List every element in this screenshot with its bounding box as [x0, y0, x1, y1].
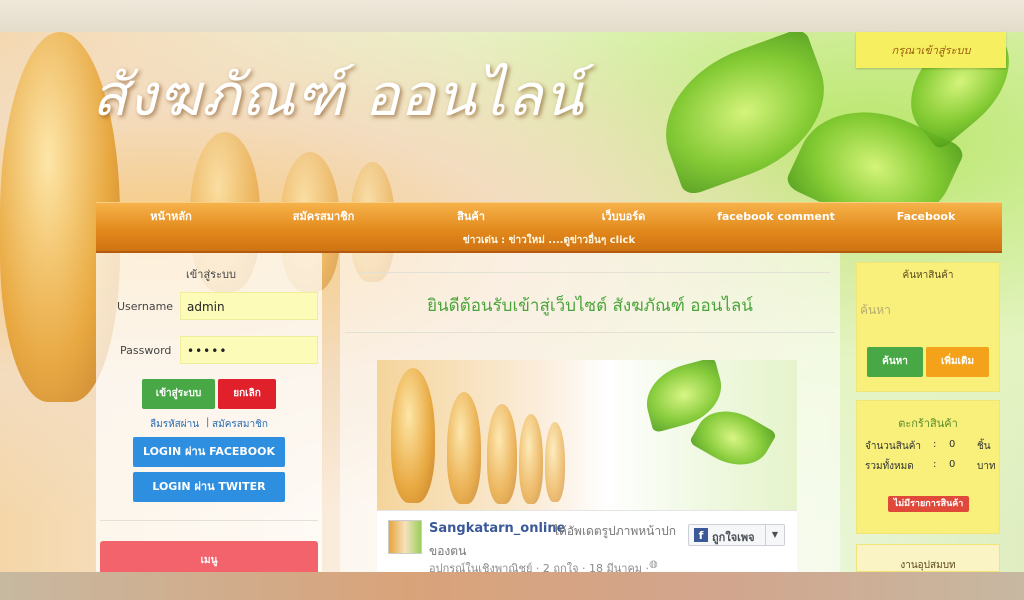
nav-item-home[interactable]: หน้าหลัก — [126, 203, 216, 231]
nav-item-register[interactable]: สมัครสมาชิก — [276, 203, 371, 231]
twitter-login-button[interactable]: LOGIN ผ่าน TWITER — [133, 472, 285, 502]
page-avatar[interactable] — [388, 520, 422, 554]
bottom-frame — [0, 572, 1024, 600]
post-action-text: ได้อัพเดตรูปภาพหน้าปก — [553, 524, 676, 538]
cancel-button[interactable]: ยกเลิก — [218, 379, 276, 409]
cart-count-unit: ชิ้น — [977, 441, 991, 452]
main-nav: หน้าหลัก สมัครสมาชิก สินค้า เว็บบอร์ด fa… — [96, 202, 1002, 231]
buddha-image — [447, 392, 481, 504]
facebook-icon: f — [694, 528, 708, 542]
login-notice[interactable]: กรุณาเข้าสู่ระบบ — [856, 32, 1006, 68]
buddha-image — [519, 414, 543, 504]
facebook-cover-image[interactable] — [377, 360, 797, 510]
buddha-image — [487, 404, 517, 504]
cart-total-unit: บาท — [977, 461, 996, 472]
welcome-heading: ยินดีต้อนรับเข้าสู่เว็บไซต์ สังฆภัณฑ์ ออ… — [427, 296, 753, 316]
cart-count-value: 0 — [949, 439, 956, 450]
nav-item-facebook-comment[interactable]: facebook comment — [716, 203, 836, 231]
nav-item-webboard[interactable]: เว็บบอร์ด — [581, 203, 666, 231]
search-input[interactable]: ค้นหา — [860, 301, 891, 320]
facebook-post: Sangkatarn_online ได้อัพเดตรูปภาพหน้าปก … — [377, 510, 797, 575]
cart-count-label: จำนวนสินค้า — [865, 441, 922, 452]
search-box-title: ค้นหาสินค้า — [902, 270, 954, 281]
divider — [100, 520, 318, 521]
link-separator: | — [206, 417, 210, 428]
search-button[interactable]: ค้นหา — [867, 347, 923, 377]
ordination-title[interactable]: งานอุปสมบท — [857, 558, 999, 573]
news-ticker[interactable]: ข่าวเด่น : ข่าวใหม่ ....ดูข่าวอื่นๆ clic… — [96, 230, 1002, 253]
top-frame — [0, 0, 1024, 32]
nav-item-products[interactable]: สินค้า — [431, 203, 511, 231]
cart-count-colon: : — [933, 439, 937, 450]
ordination-box: งานอุปสมบท — [856, 544, 1000, 572]
password-field[interactable]: ••••• — [180, 336, 318, 364]
login-button[interactable]: เข้าสู่ระบบ — [142, 379, 215, 409]
like-page-label: ถูกใจเพจ — [712, 531, 755, 544]
username-field[interactable]: admin — [180, 292, 318, 320]
divider — [345, 332, 835, 333]
page-name-link[interactable]: Sangkatarn_online — [429, 521, 565, 536]
more-button[interactable]: เพิ่มเติม — [926, 347, 989, 377]
buddha-image — [545, 422, 565, 502]
login-heading: เข้าสู่ระบบ — [186, 268, 236, 281]
menu-header[interactable]: เมนู — [100, 541, 318, 572]
cart-row-count: จำนวนสินค้า : 0 ชิ้น — [865, 439, 993, 454]
cart-empty-badge: ไม่มีรายการสินค้า — [888, 496, 969, 512]
facebook-login-button[interactable]: LOGIN ผ่าน FACEBOOK — [133, 437, 285, 467]
site-title: สังฆภัณฑ์ ออนไลน์ — [92, 61, 585, 129]
cart-total-value: 0 — [949, 459, 956, 470]
cart-row-total: รวมทั้งหมด : 0 บาท — [865, 459, 996, 474]
nav-item-facebook[interactable]: Facebook — [886, 203, 966, 231]
password-label: Password — [120, 344, 172, 357]
globe-icon: ◍ — [649, 559, 658, 570]
like-page-button[interactable]: f ถูกใจเพจ ▼ — [688, 524, 785, 546]
username-label: Username — [117, 300, 174, 313]
product-search-box: ค้นหาสินค้า ค้นหา ค้นหา เพิ่มเติม — [856, 262, 1000, 392]
cart-title: ตะกร้าสินค้า — [898, 417, 958, 430]
buddha-image — [391, 368, 435, 503]
forgot-password-link[interactable]: ลืมรหัสผ่าน — [150, 417, 199, 432]
cart-total-label: รวมทั้งหมด — [865, 461, 914, 472]
cart-box: ตะกร้าสินค้า จำนวนสินค้า : 0 ชิ้น รวมทั้… — [856, 400, 1000, 534]
register-link[interactable]: สมัครสมาชิก — [212, 417, 268, 432]
divider — [360, 272, 830, 273]
chevron-down-icon[interactable]: ▼ — [765, 525, 784, 545]
cart-total-colon: : — [933, 459, 937, 470]
